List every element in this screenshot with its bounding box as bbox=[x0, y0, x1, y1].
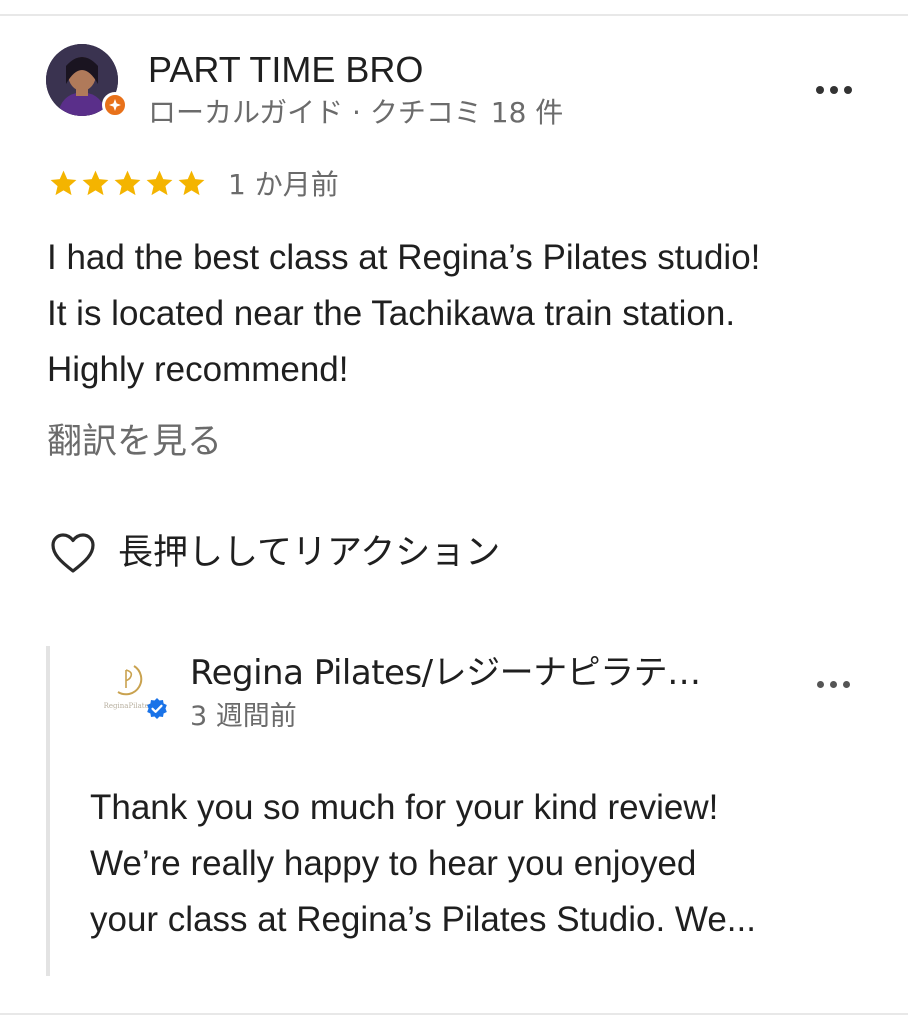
review-text-line: I had the best class at Regina’s Pilates… bbox=[47, 238, 761, 277]
review-time: 1 か月前 bbox=[228, 168, 339, 201]
owner-reply-text[interactable]: Thank you so much for your kind review! … bbox=[90, 780, 870, 948]
star-icon bbox=[146, 170, 173, 196]
more-options-icon[interactable] bbox=[816, 86, 852, 94]
translate-link[interactable]: 翻訳を見る bbox=[47, 420, 222, 464]
reaction-button[interactable]: 長押ししてリアクション bbox=[50, 528, 500, 578]
review-text-line: Highly recommend! bbox=[47, 350, 349, 389]
star-icon bbox=[82, 170, 109, 196]
reply-more-options-icon[interactable] bbox=[817, 681, 850, 688]
star-rating bbox=[48, 168, 207, 199]
star-icon bbox=[114, 170, 141, 196]
heart-outline-icon bbox=[51, 533, 95, 573]
reply-text-line: your class at Regina’s Pilates Studio. W… bbox=[90, 900, 756, 939]
review-text: I had the best class at Regina’s Pilates… bbox=[47, 230, 877, 398]
reply-text-line: Thank you so much for your kind review! bbox=[90, 788, 719, 827]
star-icon bbox=[178, 170, 205, 196]
review-text-line: It is located near the Tachikawa train s… bbox=[47, 294, 736, 333]
top-divider bbox=[0, 14, 908, 16]
owner-reply-time: 3 週間前 bbox=[190, 701, 297, 732]
owner-name[interactable]: Regina Pilates/レジーナピラテ… bbox=[190, 652, 701, 694]
reply-indent-bar bbox=[46, 646, 50, 976]
reaction-label: 長押ししてリアクション bbox=[118, 533, 501, 573]
star-icon bbox=[50, 170, 77, 196]
reply-text-line: We’re really happy to hear you enjoyed bbox=[90, 844, 697, 883]
verified-badge-icon bbox=[145, 697, 169, 721]
reviewer-name[interactable]: PART TIME BRO bbox=[148, 50, 423, 90]
reviewer-meta: ローカルガイド · クチコミ 18 件 bbox=[148, 96, 564, 129]
bottom-divider bbox=[0, 1013, 908, 1015]
local-guide-badge-icon bbox=[102, 92, 128, 118]
